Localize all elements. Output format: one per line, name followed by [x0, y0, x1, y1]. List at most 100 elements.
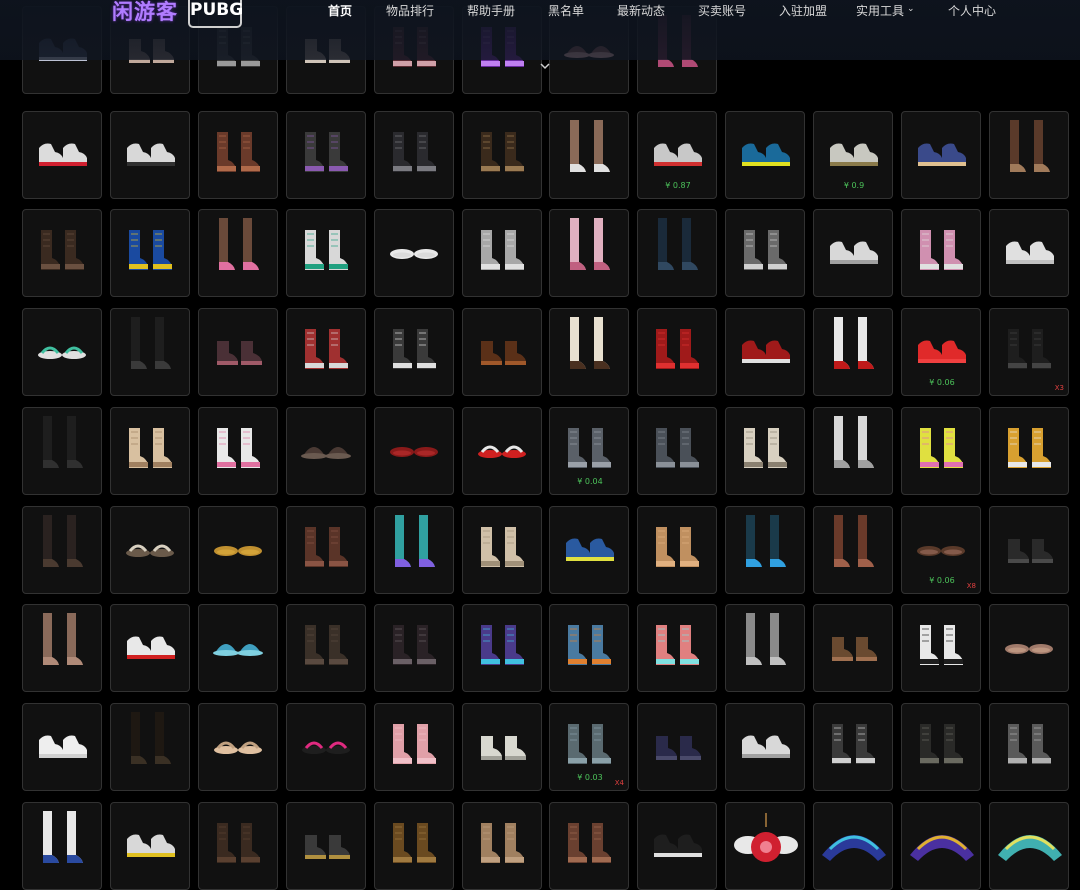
item-card[interactable]	[989, 111, 1069, 199]
item-card[interactable]	[286, 407, 366, 495]
item-card[interactable]	[989, 209, 1069, 297]
item-card[interactable]	[989, 604, 1069, 692]
item-card[interactable]	[901, 111, 981, 199]
item-card[interactable]	[813, 604, 893, 692]
item-card[interactable]	[462, 209, 542, 297]
item-card[interactable]	[198, 802, 278, 890]
item-card[interactable]	[462, 111, 542, 199]
item-card[interactable]	[813, 802, 893, 890]
item-card[interactable]	[637, 604, 717, 692]
item-card[interactable]	[22, 703, 102, 791]
item-card[interactable]	[813, 506, 893, 594]
item-card[interactable]	[110, 703, 190, 791]
item-card[interactable]	[462, 407, 542, 495]
nav-link[interactable]: 个人中心	[948, 2, 996, 19]
item-card[interactable]	[22, 209, 102, 297]
item-card[interactable]	[901, 802, 981, 890]
nav-link[interactable]: 实用工具	[856, 2, 904, 19]
item-card[interactable]	[374, 703, 454, 791]
nav-link[interactable]: 物品排行	[386, 2, 434, 19]
item-card[interactable]	[374, 802, 454, 890]
item-card[interactable]	[462, 308, 542, 396]
item-card[interactable]	[549, 506, 629, 594]
item-card[interactable]	[22, 407, 102, 495]
item-card[interactable]	[286, 209, 366, 297]
item-card[interactable]	[22, 604, 102, 692]
chevron-down-icon[interactable]	[539, 60, 551, 72]
item-card[interactable]	[989, 407, 1069, 495]
item-card[interactable]	[462, 703, 542, 791]
item-card[interactable]	[989, 703, 1069, 791]
item-card[interactable]	[462, 604, 542, 692]
item-card[interactable]	[286, 703, 366, 791]
item-card[interactable]	[22, 506, 102, 594]
item-card[interactable]	[637, 209, 717, 297]
item-card[interactable]	[462, 506, 542, 594]
item-card[interactable]	[110, 111, 190, 199]
item-card[interactable]	[637, 506, 717, 594]
item-card[interactable]	[374, 407, 454, 495]
item-card[interactable]	[725, 604, 805, 692]
item-card[interactable]	[813, 407, 893, 495]
nav-link[interactable]: 最新动态	[617, 2, 665, 19]
item-card[interactable]	[901, 703, 981, 791]
site-logo[interactable]: 闲游客	[112, 0, 178, 26]
pubg-logo[interactable]: PUBG	[188, 0, 243, 28]
nav-link[interactable]: 入驻加盟	[779, 2, 827, 19]
item-card[interactable]: X3	[989, 308, 1069, 396]
item-card[interactable]	[725, 506, 805, 594]
item-card[interactable]	[374, 209, 454, 297]
item-card[interactable]	[637, 703, 717, 791]
item-card[interactable]	[549, 802, 629, 890]
item-card[interactable]	[549, 308, 629, 396]
item-card[interactable]	[374, 111, 454, 199]
item-card[interactable]	[725, 703, 805, 791]
item-card[interactable]	[813, 209, 893, 297]
item-card[interactable]	[549, 209, 629, 297]
item-card[interactable]: ¥ 0.03 X4	[549, 703, 629, 791]
item-card[interactable]	[198, 111, 278, 199]
item-card[interactable]	[725, 308, 805, 396]
item-card[interactable]	[637, 308, 717, 396]
item-card[interactable]	[725, 111, 805, 199]
nav-link[interactable]: 首页	[328, 2, 352, 19]
item-card[interactable]	[725, 209, 805, 297]
item-card[interactable]	[110, 209, 190, 297]
item-card[interactable]	[198, 604, 278, 692]
item-card[interactable]	[286, 506, 366, 594]
item-card[interactable]	[110, 308, 190, 396]
nav-link[interactable]: 黑名单	[548, 2, 584, 19]
item-card[interactable]	[725, 407, 805, 495]
item-card[interactable]	[286, 111, 366, 199]
dropdown-chevron-icon[interactable]: ⌄	[907, 4, 915, 14]
item-card[interactable]	[198, 506, 278, 594]
item-card[interactable]	[462, 802, 542, 890]
item-card[interactable]	[198, 308, 278, 396]
nav-link[interactable]: 买卖账号	[698, 2, 746, 19]
item-card[interactable]	[110, 506, 190, 594]
item-card[interactable]	[549, 604, 629, 692]
item-card[interactable]	[725, 802, 805, 890]
item-card[interactable]	[286, 604, 366, 692]
nav-link[interactable]: 帮助手册	[467, 2, 515, 19]
item-card[interactable]	[637, 802, 717, 890]
item-card[interactable]	[22, 802, 102, 890]
item-card[interactable]	[901, 604, 981, 692]
item-card[interactable]	[286, 802, 366, 890]
item-card[interactable]	[549, 111, 629, 199]
item-card[interactable]: ¥ 0.06 X8	[901, 506, 981, 594]
item-card[interactable]	[901, 209, 981, 297]
item-card[interactable]	[901, 407, 981, 495]
item-card[interactable]	[637, 407, 717, 495]
item-card[interactable]	[110, 407, 190, 495]
item-card[interactable]	[813, 703, 893, 791]
item-card[interactable]	[198, 703, 278, 791]
item-card[interactable]: ¥ 0.06	[901, 308, 981, 396]
item-card[interactable]: ¥ 0.87	[637, 111, 717, 199]
item-card[interactable]	[374, 506, 454, 594]
item-card[interactable]	[813, 308, 893, 396]
item-card[interactable]	[110, 604, 190, 692]
item-card[interactable]	[374, 308, 454, 396]
item-card[interactable]	[198, 407, 278, 495]
item-card[interactable]	[286, 308, 366, 396]
